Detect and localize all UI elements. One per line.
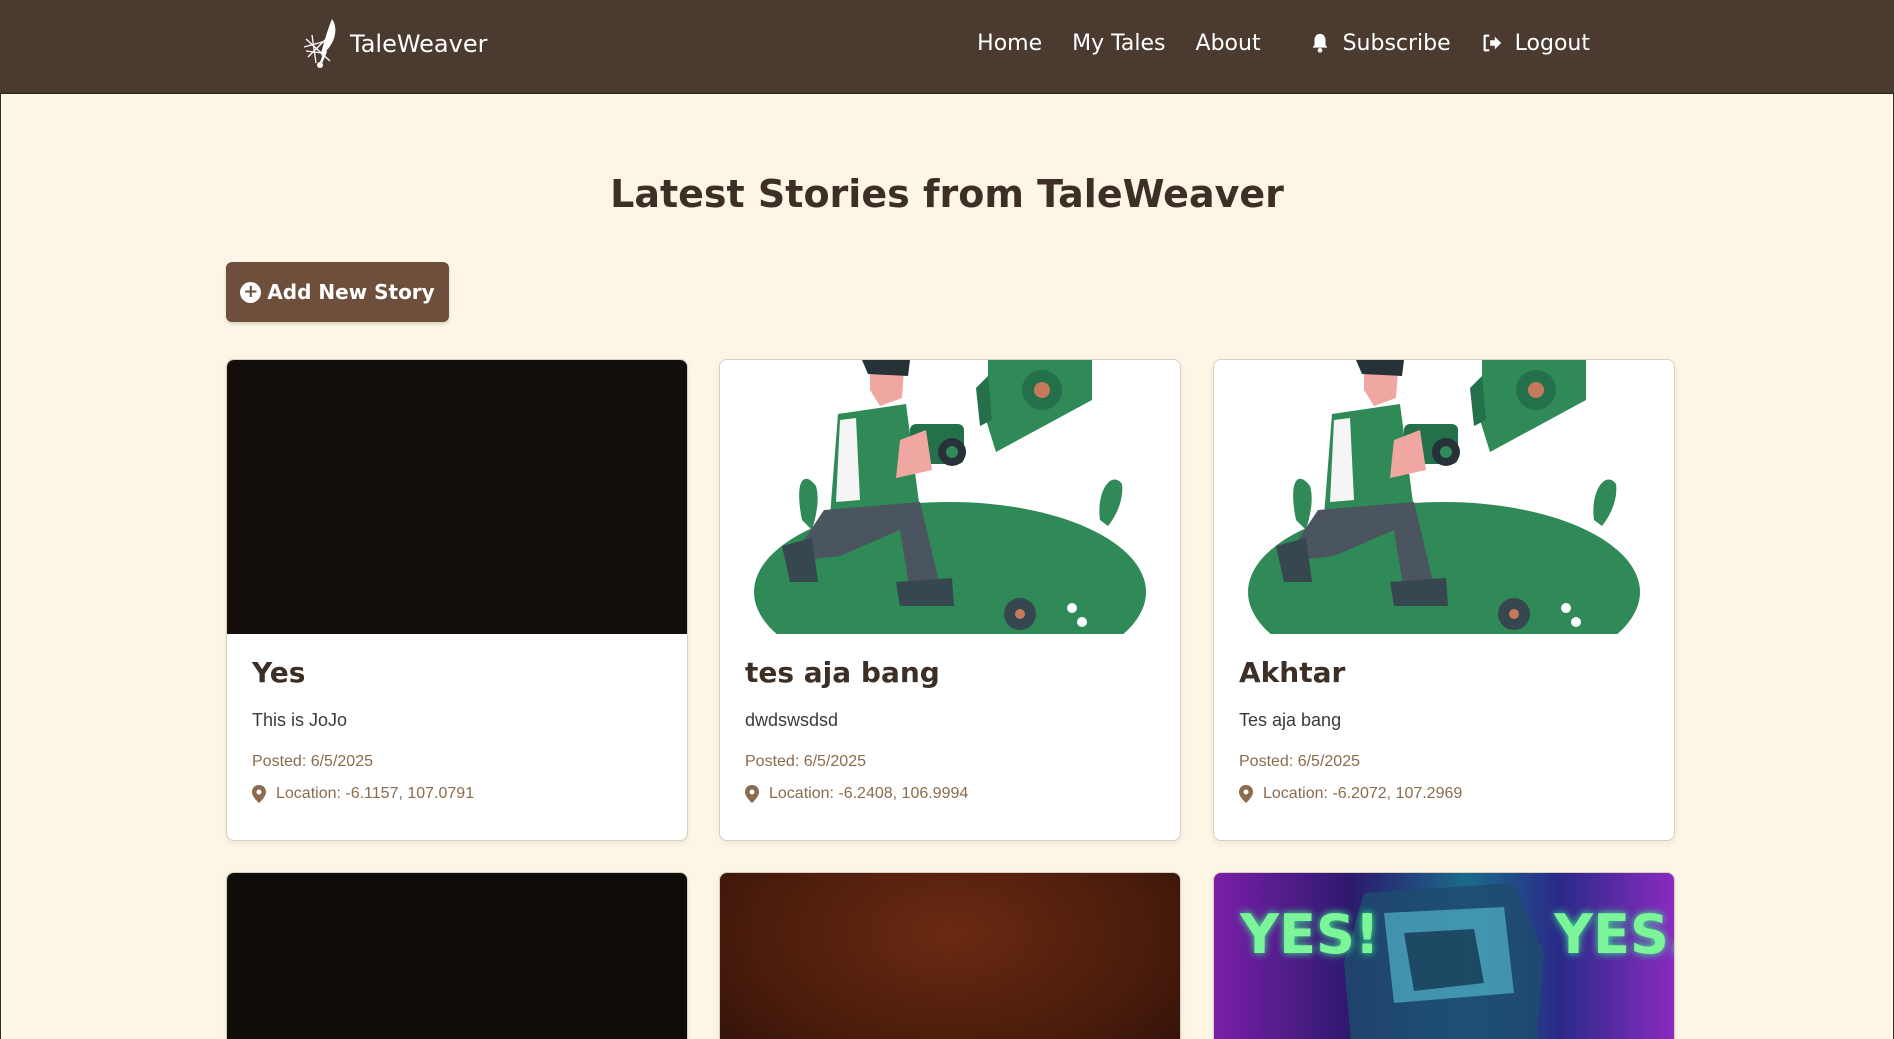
- story-image: [227, 360, 687, 634]
- story-location-text: Location: -6.1157, 107.0791: [276, 785, 475, 802]
- story-card[interactable]: [719, 872, 1181, 1039]
- nav-my-tales-link[interactable]: My Tales: [1072, 31, 1165, 56]
- story-image: YES! YES.: [1214, 873, 1674, 1039]
- story-posted-date: Posted: 6/5/2025: [1239, 753, 1360, 770]
- story-card[interactable]: Akhtar Tes aja bang Posted: 6/5/2025 Loc…: [1213, 359, 1675, 841]
- photographer-illustration: [1248, 360, 1640, 634]
- page-title: Latest Stories from TaleWeaver: [610, 172, 1284, 216]
- photographer-illustration: [754, 360, 1146, 634]
- subscribe-label: Subscribe: [1342, 30, 1451, 56]
- story-location: Location: -6.2408, 106.9994: [745, 785, 1155, 803]
- story-image: [720, 873, 1180, 1039]
- plus-circle-icon: +: [240, 281, 262, 303]
- story-location: Location: -6.2072, 107.2969: [1239, 785, 1649, 803]
- nav-subscribe-link[interactable]: Subscribe: [1309, 31, 1451, 56]
- story-image: [227, 873, 687, 1039]
- add-new-story-label: Add New Story: [267, 280, 435, 304]
- story-card[interactable]: tes aja bang dwdswsdsd Posted: 6/5/2025 …: [719, 359, 1181, 841]
- add-new-story-button[interactable]: + Add New Story: [226, 262, 449, 322]
- story-image: [720, 360, 1180, 634]
- brand-name: TaleWeaver: [350, 30, 488, 58]
- nav-about-link[interactable]: About: [1196, 31, 1261, 56]
- logout-icon: [1483, 34, 1501, 52]
- story-posted-date: Posted: 6/5/2025: [745, 753, 866, 770]
- story-card[interactable]: YES! YES.: [1213, 872, 1675, 1039]
- story-card[interactable]: Yes This is JoJo Posted: 6/5/2025 Locati…: [226, 359, 688, 841]
- quill-icon: [303, 19, 336, 68]
- bell-icon: [1312, 33, 1327, 53]
- story-title: Akhtar: [1239, 656, 1346, 689]
- map-pin-icon: [745, 785, 759, 803]
- story-image: [1214, 360, 1674, 634]
- story-title: Yes: [252, 656, 306, 689]
- story-description: This is JoJo: [252, 710, 348, 730]
- overlay-text-right: YES.: [1554, 903, 1674, 966]
- map-pin-icon: [252, 785, 266, 803]
- navbar: TaleWeaver Home My Tales About Subscribe…: [0, 0, 1894, 94]
- nav-logout-link[interactable]: Logout: [1481, 31, 1590, 56]
- logout-label: Logout: [1514, 30, 1590, 56]
- story-description: dwdswsdsd: [745, 710, 839, 730]
- story-location-text: Location: -6.2408, 106.9994: [769, 785, 969, 802]
- overlay-text-left: YES!: [1240, 903, 1380, 966]
- story-title: tes aja bang: [745, 656, 940, 689]
- nav-home-link[interactable]: Home: [977, 31, 1042, 56]
- map-pin-icon: [1239, 785, 1253, 803]
- story-card[interactable]: [226, 872, 688, 1039]
- nav-links: Home My Tales About Subscribe Logout: [947, 26, 1590, 60]
- brand-link[interactable]: TaleWeaver: [302, 16, 487, 72]
- story-location: Location: -6.1157, 107.0791: [252, 785, 662, 803]
- story-posted-date: Posted: 6/5/2025: [252, 753, 373, 770]
- story-location-text: Location: -6.2072, 107.2969: [1263, 785, 1463, 802]
- story-description: Tes aja bang: [1239, 710, 1342, 730]
